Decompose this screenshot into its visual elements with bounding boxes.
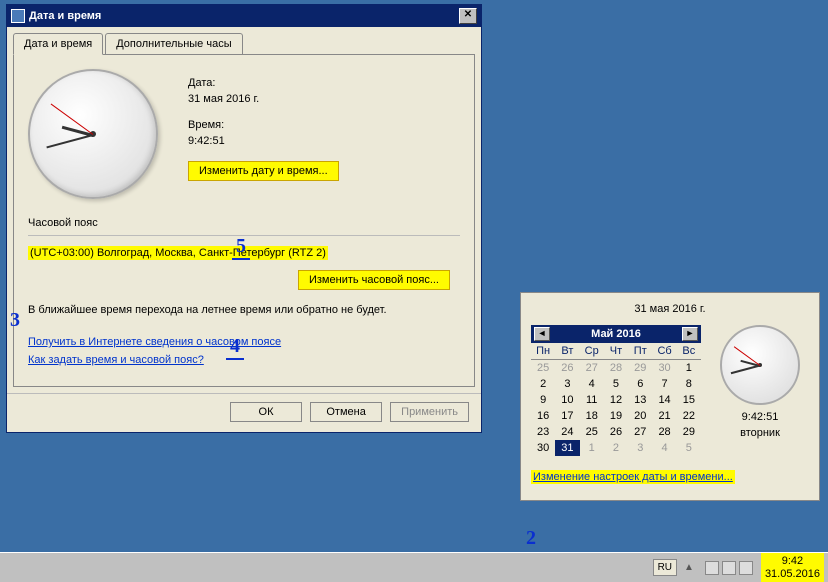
calendar-day[interactable]: 26 bbox=[604, 424, 628, 440]
calendar-day[interactable]: 2 bbox=[531, 376, 555, 392]
calendar-day[interactable]: 25 bbox=[580, 424, 604, 440]
tray-calendar-popup: 31 мая 2016 г. ◄ Май 2016 ► ПнВтСрЧтПтСб… bbox=[520, 292, 820, 501]
tray-date-value: 31.05.2016 bbox=[765, 568, 820, 580]
titlebar[interactable]: Дата и время ✕ bbox=[7, 5, 481, 27]
calendar-grid: ПнВтСрЧтПтСбВс25262728293012345678910111… bbox=[531, 343, 701, 456]
popup-date-header: 31 мая 2016 г. bbox=[531, 303, 809, 315]
calendar-month-title: Май 2016 bbox=[550, 328, 682, 340]
calendar-day[interactable]: 3 bbox=[555, 376, 579, 392]
calendar-day[interactable]: 27 bbox=[628, 424, 652, 440]
calendar-day[interactable]: 4 bbox=[652, 440, 676, 456]
timezone-section-label: Часовой пояс bbox=[28, 217, 460, 229]
calendar-dow: Ср bbox=[580, 343, 604, 360]
calendar-day[interactable]: 12 bbox=[604, 392, 628, 408]
date-time-dialog: Дата и время ✕ Дата и время Дополнительн… bbox=[6, 4, 482, 433]
annotation-3: 3 bbox=[10, 309, 20, 332]
calendar-dow: Сб bbox=[652, 343, 676, 360]
analog-clock bbox=[28, 69, 158, 199]
calendar-day[interactable]: 14 bbox=[652, 392, 676, 408]
network-icon[interactable] bbox=[722, 561, 736, 575]
calendar-day[interactable]: 23 bbox=[531, 424, 555, 440]
change-settings-link[interactable]: Изменение настроек даты и времени... bbox=[531, 470, 735, 484]
calendar: ◄ Май 2016 ► ПнВтСрЧтПтСбВс2526272829301… bbox=[531, 325, 701, 456]
time-value: 9:42:51 bbox=[188, 135, 339, 147]
close-button[interactable]: ✕ bbox=[459, 8, 477, 24]
calendar-day[interactable]: 3 bbox=[628, 440, 652, 456]
timezone-value: (UTC+03:00) Волгоград, Москва, Санкт-Пет… bbox=[28, 246, 328, 260]
next-month-button[interactable]: ► bbox=[682, 327, 698, 341]
calendar-day[interactable]: 29 bbox=[677, 424, 701, 440]
tray-expand-icon[interactable]: ▲ bbox=[681, 562, 697, 573]
language-indicator[interactable]: RU bbox=[653, 559, 677, 576]
calendar-day[interactable]: 22 bbox=[677, 408, 701, 424]
calendar-day[interactable]: 5 bbox=[604, 376, 628, 392]
calendar-day[interactable]: 7 bbox=[652, 376, 676, 392]
flag-icon[interactable] bbox=[705, 561, 719, 575]
howto-link[interactable]: Как задать время и часовой пояс? bbox=[28, 354, 460, 366]
calendar-day[interactable]: 4 bbox=[580, 376, 604, 392]
calendar-dow: Чт bbox=[604, 343, 628, 360]
calendar-day[interactable]: 13 bbox=[628, 392, 652, 408]
date-value: 31 мая 2016 г. bbox=[188, 93, 339, 105]
tab-panel: Дата: 31 мая 2016 г. Время: 9:42:51 Изме… bbox=[13, 54, 475, 387]
change-date-time-button[interactable]: Изменить дату и время... bbox=[188, 161, 339, 181]
mini-analog-clock bbox=[720, 325, 800, 405]
calendar-day[interactable]: 30 bbox=[531, 440, 555, 456]
window-title: Дата и время bbox=[29, 10, 459, 22]
calendar-day[interactable]: 25 bbox=[531, 360, 555, 376]
change-timezone-button[interactable]: Изменить часовой пояс... bbox=[298, 270, 450, 290]
apply-button[interactable]: Применить bbox=[390, 402, 469, 422]
calendar-day[interactable]: 21 bbox=[652, 408, 676, 424]
calendar-day[interactable]: 30 bbox=[652, 360, 676, 376]
calendar-day[interactable]: 24 bbox=[555, 424, 579, 440]
calendar-day[interactable]: 29 bbox=[628, 360, 652, 376]
prev-month-button[interactable]: ◄ bbox=[534, 327, 550, 341]
ok-button[interactable]: ОК bbox=[230, 402, 302, 422]
calendar-dow: Вс bbox=[677, 343, 701, 360]
popup-weekday: вторник bbox=[711, 427, 809, 439]
calendar-day[interactable]: 28 bbox=[652, 424, 676, 440]
tab-strip: Дата и время Дополнительные часы bbox=[7, 27, 481, 55]
calendar-day[interactable]: 16 bbox=[531, 408, 555, 424]
taskbar: RU ▲ 9:42 31.05.2016 bbox=[0, 552, 828, 582]
tab-additional-clocks[interactable]: Дополнительные часы bbox=[105, 33, 242, 55]
cancel-button[interactable]: Отмена bbox=[310, 402, 382, 422]
tray-clock[interactable]: 9:42 31.05.2016 bbox=[761, 553, 824, 581]
calendar-day[interactable]: 15 bbox=[677, 392, 701, 408]
calendar-day[interactable]: 17 bbox=[555, 408, 579, 424]
tray-time-value: 9:42 bbox=[765, 555, 820, 567]
calendar-day[interactable]: 10 bbox=[555, 392, 579, 408]
calendar-day[interactable]: 9 bbox=[531, 392, 555, 408]
calendar-dow: Пн bbox=[531, 343, 555, 360]
calendar-day[interactable]: 26 bbox=[555, 360, 579, 376]
tray-icons bbox=[701, 561, 757, 575]
dialog-button-row: ОК Отмена Применить bbox=[7, 393, 481, 432]
calendar-day[interactable]: 8 bbox=[677, 376, 701, 392]
calendar-dow: Вт bbox=[555, 343, 579, 360]
tz-info-link[interactable]: Получить в Интернете сведения о часовом … bbox=[28, 336, 460, 348]
volume-icon[interactable] bbox=[739, 561, 753, 575]
calendar-day[interactable]: 31 bbox=[555, 440, 579, 456]
popup-time: 9:42:51 bbox=[711, 411, 809, 423]
app-icon bbox=[11, 9, 25, 23]
calendar-dow: Пт bbox=[628, 343, 652, 360]
calendar-day[interactable]: 6 bbox=[628, 376, 652, 392]
calendar-day[interactable]: 1 bbox=[580, 440, 604, 456]
time-label: Время: bbox=[188, 119, 339, 131]
calendar-day[interactable]: 28 bbox=[604, 360, 628, 376]
calendar-day[interactable]: 5 bbox=[677, 440, 701, 456]
dst-note: В ближайшее время перехода на летнее вре… bbox=[28, 304, 460, 316]
date-label: Дата: bbox=[188, 77, 339, 89]
calendar-day[interactable]: 11 bbox=[580, 392, 604, 408]
tab-date-time[interactable]: Дата и время bbox=[13, 33, 103, 55]
calendar-day[interactable]: 27 bbox=[580, 360, 604, 376]
calendar-day[interactable]: 1 bbox=[677, 360, 701, 376]
calendar-day[interactable]: 19 bbox=[604, 408, 628, 424]
annotation-2: 2 bbox=[526, 527, 536, 550]
calendar-day[interactable]: 20 bbox=[628, 408, 652, 424]
calendar-day[interactable]: 2 bbox=[604, 440, 628, 456]
system-tray: RU ▲ 9:42 31.05.2016 bbox=[653, 553, 824, 581]
calendar-day[interactable]: 18 bbox=[580, 408, 604, 424]
